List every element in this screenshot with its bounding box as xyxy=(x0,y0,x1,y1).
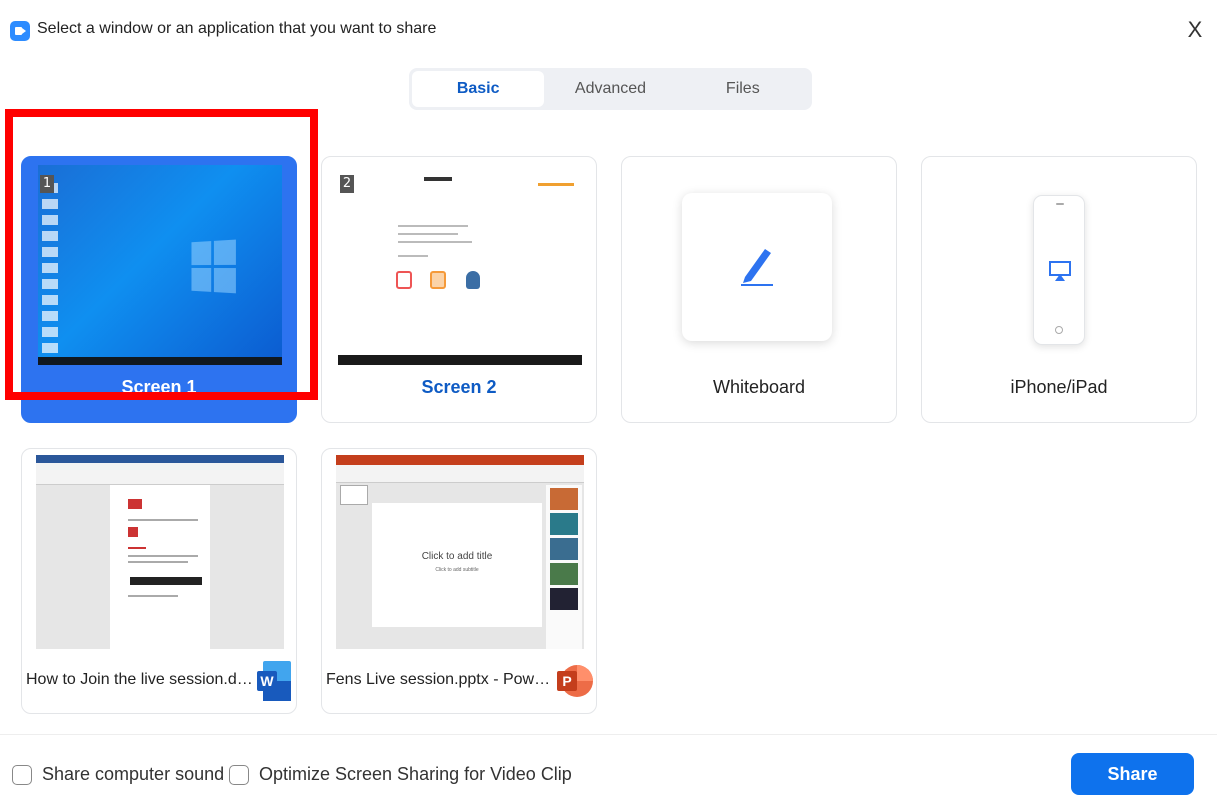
checkbox-box[interactable] xyxy=(229,764,249,785)
slide-title-placeholder: Click to add title xyxy=(421,551,493,562)
zoom-app-icon xyxy=(10,21,30,41)
powerpoint-icon: P xyxy=(557,665,593,697)
screen-1-label: Screen 1 xyxy=(121,377,197,397)
screen-2-label: Screen 2 xyxy=(421,377,497,397)
word-window-thumbnail xyxy=(36,455,284,649)
share-button[interactable]: Share xyxy=(1071,753,1194,795)
tab-files[interactable]: Files xyxy=(677,71,809,107)
share-option-screen-1[interactable]: 1 Screen 1 xyxy=(21,156,297,423)
close-button[interactable]: X xyxy=(1184,16,1206,44)
taskbar xyxy=(338,355,582,365)
screen-number-badge: 1 xyxy=(40,175,54,193)
share-computer-sound-checkbox[interactable]: Share computer sound xyxy=(12,764,224,785)
desktop-icons xyxy=(42,177,64,353)
windows-logo-icon xyxy=(191,239,236,295)
word-icon-letter: W xyxy=(260,673,274,689)
whiteboard-preview xyxy=(682,193,832,341)
dialog-title: Select a window or an application that y… xyxy=(37,20,437,37)
checkbox-box[interactable] xyxy=(12,764,32,785)
share-option-iphone-ipad[interactable]: iPhone/iPad xyxy=(921,156,1197,423)
word-icon: W xyxy=(257,661,291,701)
airplay-icon xyxy=(1049,261,1071,281)
optimize-video-clip-checkbox[interactable]: Optimize Screen Sharing for Video Clip xyxy=(229,764,572,785)
share-window-powerpoint[interactable]: Click to add title Click to add subtitle… xyxy=(321,448,597,714)
iphone-ipad-label: iPhone/iPad xyxy=(1010,377,1108,397)
whiteboard-label: Whiteboard xyxy=(712,377,806,397)
share-tabs: Basic Advanced Files xyxy=(409,68,812,110)
screen-number-badge: 2 xyxy=(340,175,354,193)
slide-preview: Click to add title Click to add subtitle xyxy=(372,503,542,627)
powerpoint-icon-letter: P xyxy=(562,673,571,689)
phone-preview xyxy=(1033,195,1085,345)
share-window-word[interactable]: How to Join the live session.docx... W xyxy=(21,448,297,714)
share-option-whiteboard[interactable]: Whiteboard xyxy=(621,156,897,423)
optimize-video-clip-label: Optimize Screen Sharing for Video Clip xyxy=(259,764,572,784)
home-button-icon xyxy=(1055,326,1063,334)
taskbar xyxy=(38,357,282,365)
tab-advanced[interactable]: Advanced xyxy=(544,71,676,107)
tab-basic[interactable]: Basic xyxy=(412,71,545,107)
title-bar: Select a window or an application that y… xyxy=(0,0,1217,60)
powerpoint-window-thumbnail: Click to add title Click to add subtitle xyxy=(336,455,584,649)
share-computer-sound-label: Share computer sound xyxy=(42,764,225,784)
pen-icon xyxy=(741,249,773,286)
screen-2-thumbnail: 2 xyxy=(338,165,582,365)
footer-divider xyxy=(0,734,1217,735)
word-window-name: How to Join the live session.docx... xyxy=(26,671,258,688)
slide-subtitle-placeholder: Click to add subtitle xyxy=(435,567,479,573)
powerpoint-window-name: Fens Live session.pptx - PowerPo... xyxy=(326,671,558,688)
share-option-screen-2[interactable]: 2 Screen 2 xyxy=(321,156,597,423)
screen-1-thumbnail: 1 xyxy=(38,165,282,365)
